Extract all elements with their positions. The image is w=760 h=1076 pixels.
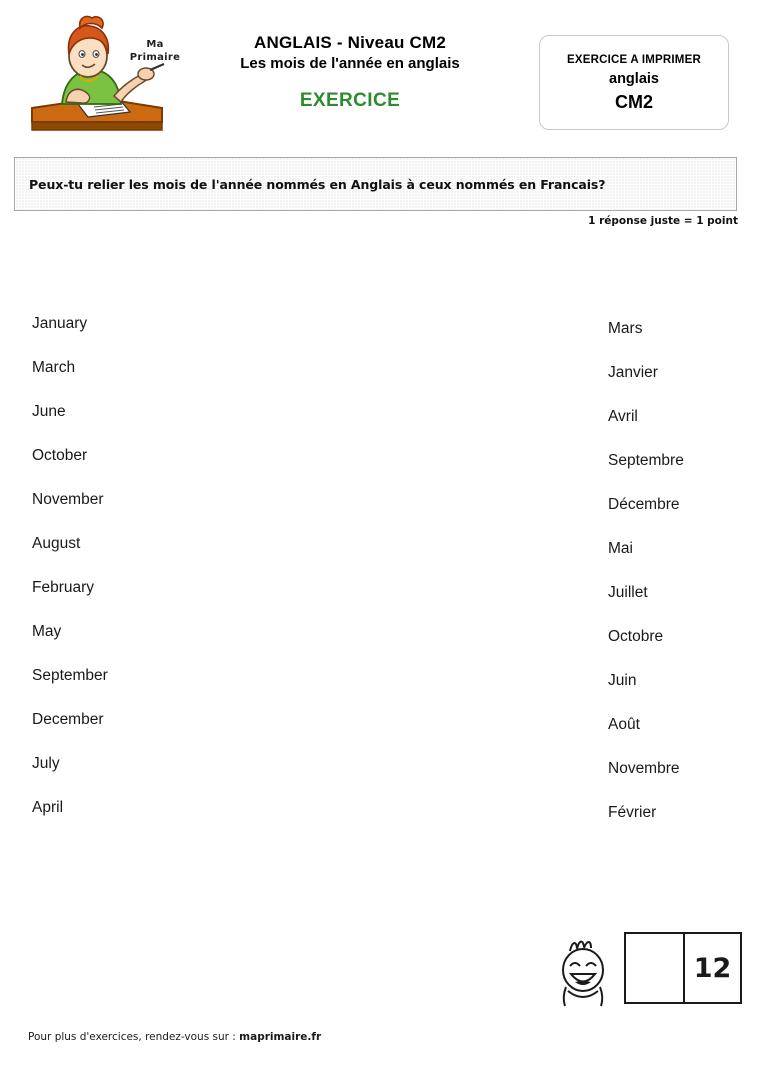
instruction-box: Peux-tu relier les mois de l'année nommé… <box>14 157 737 211</box>
list-item[interactable]: July <box>32 754 292 798</box>
list-item[interactable]: October <box>32 446 292 490</box>
page-title: ANGLAIS - Niveau CM2 Les mois de l'année… <box>200 32 500 112</box>
list-item[interactable]: August <box>32 534 292 578</box>
list-item[interactable]: Janvier <box>608 363 748 407</box>
instruction-text: Peux-tu relier les mois de l'année nommé… <box>29 176 606 192</box>
footer-note: Pour plus d'exercices, rendez-vous sur :… <box>28 1031 321 1043</box>
logo-wordmark: Ma Primaire <box>120 38 190 64</box>
list-item[interactable]: Avril <box>608 407 748 451</box>
title-subject-level: ANGLAIS - Niveau CM2 <box>254 33 446 52</box>
list-item[interactable]: September <box>32 666 292 710</box>
score-area: 12 <box>552 932 742 1012</box>
list-item[interactable]: May <box>32 622 292 666</box>
schoolgirl-illustration <box>31 15 165 131</box>
score-boxes: 12 <box>624 932 742 1004</box>
list-item[interactable]: Octobre <box>608 627 748 671</box>
list-item[interactable]: June <box>32 402 292 446</box>
list-item[interactable]: December <box>32 710 292 754</box>
badge-line-print: EXERCICE A IMPRIMER <box>567 53 701 66</box>
badge-line-subject: anglais <box>609 70 659 87</box>
list-item[interactable]: November <box>32 490 292 534</box>
list-item[interactable]: Juillet <box>608 583 748 627</box>
footer-site-link[interactable]: maprimaire.fr <box>239 1031 321 1043</box>
list-item[interactable]: Novembre <box>608 759 748 803</box>
score-total-cell: 12 <box>682 934 740 1002</box>
title-topic: Les mois de l'année en anglais <box>240 55 460 72</box>
list-item[interactable]: April <box>32 798 292 842</box>
score-input-cell[interactable] <box>626 934 683 1002</box>
english-months-column: January March June October November Augu… <box>32 314 292 842</box>
list-item[interactable]: Mai <box>608 539 748 583</box>
french-months-column: Mars Janvier Avril Septembre Décembre Ma… <box>608 319 748 847</box>
list-item[interactable]: Septembre <box>608 451 748 495</box>
list-item[interactable]: February <box>32 578 292 622</box>
laughing-face-icon <box>562 940 604 1007</box>
list-item[interactable]: Août <box>608 715 748 759</box>
worksheet-page: Ma Primaire ANGLAIS - Niveau CM2 Les moi… <box>0 0 760 1076</box>
list-item[interactable]: March <box>32 358 292 402</box>
logo-wordmark-line2: Primaire <box>129 52 181 63</box>
footer-note-prefix: Pour plus d'exercices, rendez-vous sur : <box>28 1031 240 1043</box>
logo-wordmark-line1: Ma <box>146 39 164 50</box>
list-item[interactable]: Mars <box>608 319 748 363</box>
exercice-heading: EXERCICE <box>299 90 401 111</box>
list-item[interactable]: Février <box>608 803 748 847</box>
badge-line-level: CM2 <box>614 91 653 112</box>
points-note: 1 réponse juste = 1 point <box>588 215 738 227</box>
list-item[interactable]: Décembre <box>608 495 748 539</box>
list-item[interactable]: January <box>32 314 292 358</box>
maprimaire-logo: Ma Primaire <box>22 12 197 140</box>
print-exercise-badge: EXERCICE A IMPRIMER anglais CM2 <box>539 35 729 130</box>
list-item[interactable]: Juin <box>608 671 748 715</box>
